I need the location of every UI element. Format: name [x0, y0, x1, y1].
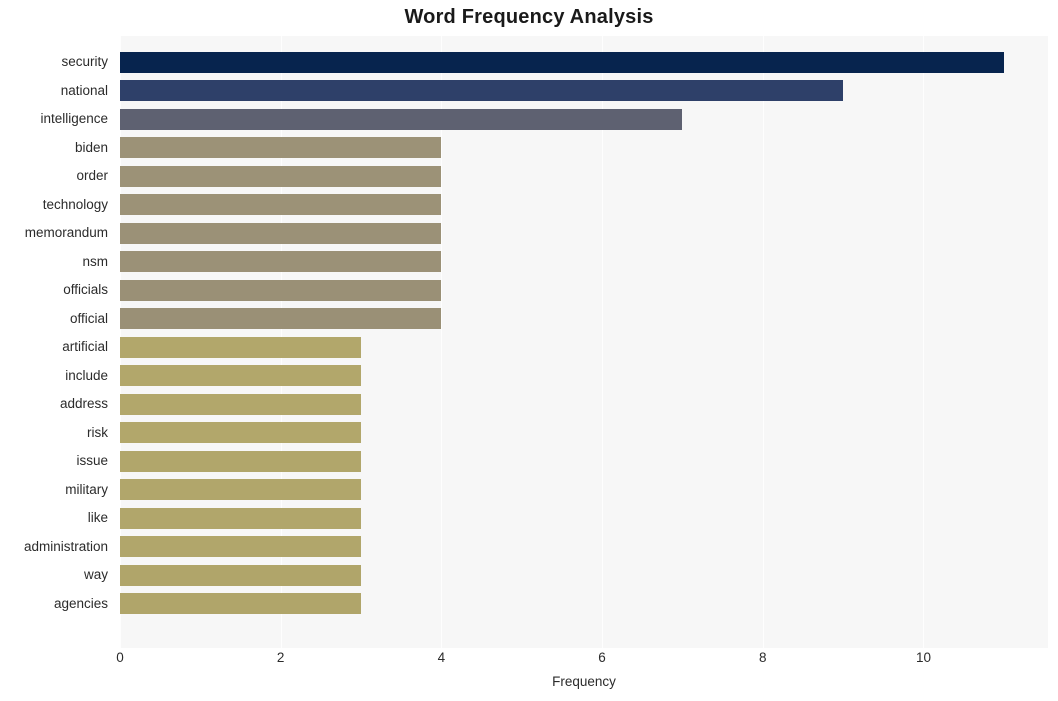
x-tick-label-4: 4 [437, 650, 446, 665]
bar-security[interactable] [120, 51, 1004, 73]
y-tick-label-artificial: artificial [62, 339, 108, 354]
bar-way[interactable] [120, 564, 362, 586]
y-tick-label-agencies: agencies [53, 595, 108, 611]
x-tick-label-6: 6 [598, 650, 606, 665]
bar-intelligence[interactable] [120, 108, 683, 130]
y-tick-label-way: way [83, 567, 108, 582]
bar-artificial[interactable] [120, 336, 362, 358]
y-tick-label-issue: issue [76, 453, 108, 468]
y-tick-label-like: like [87, 510, 108, 525]
bar-nsm[interactable] [120, 251, 442, 272]
bar-order[interactable] [120, 165, 442, 187]
bar-address[interactable] [120, 393, 362, 415]
x-tick-label-2: 2 [276, 650, 285, 665]
bar-official[interactable] [120, 308, 442, 329]
bar-national[interactable] [120, 80, 844, 101]
x-tick-label-8: 8 [759, 650, 767, 665]
x-tick-label-10: 10 [915, 650, 931, 665]
y-tick-label-officials: officials [63, 282, 108, 297]
y-tick-label-memorandum: memorandum [24, 225, 108, 240]
bar-risk[interactable] [120, 422, 362, 443]
y-tick-label-address: address [59, 396, 108, 411]
y-tick-label-biden: biden [74, 139, 108, 155]
y-tick-label-official: official [69, 310, 108, 326]
y-tick-label-technology: technology [42, 196, 108, 212]
bar-issue[interactable] [120, 450, 362, 472]
y-tick-label-order: order [76, 168, 108, 183]
x-axis-title: Frequency [552, 674, 616, 689]
y-tick-label-include: include [65, 367, 108, 383]
bar-technology[interactable] [120, 194, 442, 215]
y-tick-label-military: military [65, 481, 108, 497]
bar-memorandum[interactable] [120, 222, 442, 244]
y-tick-label-risk: risk [87, 424, 108, 440]
y-axis-labels: security national intelligence biden order te… [0, 36, 114, 648]
chart-title: Word Frequency Analysis [404, 6, 654, 28]
bar-like[interactable] [120, 507, 362, 529]
bar-administration[interactable] [120, 536, 362, 557]
plot-area [120, 36, 1048, 648]
bar-biden[interactable] [120, 137, 442, 158]
y-tick-label-national: national [60, 82, 108, 98]
word-frequency-chart-figure: Word Frequency Analysis security national… [0, 0, 1058, 701]
x-axis-ticks: 0 2 4 6 8 10 [116, 650, 1048, 672]
y-tick-label-administration: administration [23, 538, 108, 554]
y-tick-label-intelligence: intelligence [40, 111, 108, 126]
bar-agencies[interactable] [120, 593, 362, 614]
y-tick-label-nsm: nsm [82, 253, 108, 269]
bar-include[interactable] [120, 365, 362, 386]
bar-officials[interactable] [120, 279, 442, 301]
y-tick-label-security: security [61, 54, 108, 69]
bars-layer [120, 36, 1048, 648]
bar-military[interactable] [120, 479, 362, 500]
x-tick-label-0: 0 [116, 650, 124, 665]
